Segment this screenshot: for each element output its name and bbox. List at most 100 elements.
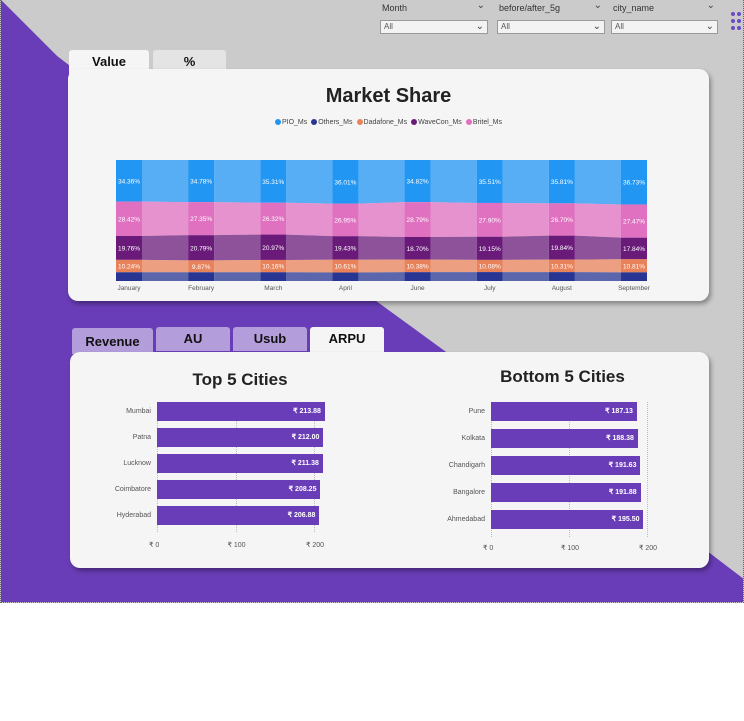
bar-segment-others_ms[interactable] [188,272,215,281]
filter-month-dropdown[interactable]: All ⌄ [380,20,488,34]
data-label: 10.31% [551,263,573,270]
filter-city-label: city_name [613,3,655,13]
ribbon-wavecon_ms [286,234,333,260]
filter-before-after-5g[interactable]: before/after_5g ⌄ All ⌄ [497,0,605,34]
bar-value-label: ₹ 206.88 [287,512,316,519]
data-label: 10.08% [479,263,501,270]
bar[interactable]: ₹ 188.38 [491,429,638,448]
data-label: 10.81% [623,263,645,270]
filter-5g-dropdown[interactable]: All ⌄ [497,20,605,34]
ribbon-others_ms [286,272,333,281]
chevron-down-icon[interactable]: ⌄ [594,0,602,11]
data-label: 20.97% [262,245,284,252]
data-label: 34.36% [118,178,140,185]
ribbon-pio_ms [214,160,261,203]
gridline [647,402,648,537]
tab-au[interactable]: AU [156,327,230,351]
bar[interactable]: ₹ 208.25 [157,480,321,499]
bar[interactable]: ₹ 206.88 [157,506,320,525]
tab-au-label: AU [183,331,203,346]
bar[interactable]: ₹ 212.00 [157,428,324,447]
bar-value-label: ₹ 191.88 [608,489,637,496]
chevron-down-icon: ⌄ [475,21,484,32]
data-label: 27.35% [190,216,212,223]
chevron-down-icon[interactable]: ⌄ [707,0,715,11]
tab-usub[interactable]: Usub [233,327,307,351]
ribbon-pio_ms [430,160,477,203]
ribbon-others_ms [358,272,405,281]
data-label: 26.32% [262,216,284,223]
ribbon-wavecon_ms [142,235,189,261]
filter-5g-label: before/after_5g [499,3,561,13]
bar-value-label: ₹ 188.38 [606,435,634,442]
ribbon-britel_ms [574,203,621,238]
tab-arpu-label: ARPU [328,331,366,346]
data-label: 28.42% [118,216,140,223]
ribbon-pio_ms [574,160,621,205]
ribbon-wavecon_ms [430,236,477,260]
bar-segment-others_ms[interactable] [404,272,431,281]
filter-month-value: All [384,22,393,31]
category-label: Chandigarh [448,462,485,469]
category-label: Patna [132,434,151,441]
ribbon-wavecon_ms [214,234,261,261]
data-label: 35.81% [551,179,573,186]
bar-segment-others_ms[interactable] [332,272,359,281]
ribbon-britel_ms [502,202,549,237]
data-label: 10.16% [262,264,284,271]
data-label: 19.43% [334,245,356,252]
filter-5g-value: All [501,22,510,31]
bar[interactable]: ₹ 191.88 [491,483,641,502]
filter-city-name[interactable]: city_name ⌄ All ⌄ [611,0,718,34]
x-tick-label: February [188,285,215,292]
data-label: 19.15% [479,246,501,253]
tab-arpu[interactable]: ARPU [310,327,384,355]
category-label: Pune [468,408,485,415]
data-label: 26.70% [551,217,573,224]
bar[interactable]: ₹ 213.88 [157,402,325,421]
x-tick-label: September [618,285,651,292]
bar-segment-others_ms[interactable] [116,272,142,281]
ribbon-others_ms [574,272,621,281]
bar[interactable]: ₹ 195.50 [491,510,644,529]
bar-segment-others_ms[interactable] [476,272,503,281]
bar-value-label: ₹ 187.13 [605,408,633,415]
bar-segment-others_ms[interactable] [260,272,287,281]
bar-segment-others_ms[interactable] [548,272,575,281]
data-label: 26.95% [334,217,356,224]
bar[interactable]: ₹ 187.13 [491,402,637,421]
ribbon-others_ms [142,272,189,281]
chevron-down-icon[interactable]: ⌄ [477,0,485,11]
bar[interactable]: ₹ 191.63 [491,456,641,475]
ribbon-dadafone_ms [214,259,261,273]
data-label: 35.51% [479,179,501,186]
data-label: 10.38% [407,263,429,270]
data-label: 19.84% [551,245,573,252]
bottom-cities-chart: ₹ 0 ₹ 100 ₹ 200 Pune ₹ 187.13 Kolkata ₹ 188.38… [390,352,709,568]
ribbon-others_ms [430,272,477,281]
data-label: 35.31% [262,179,284,186]
bar-value-label: ₹ 191.63 [608,462,637,469]
bar-segment-others_ms[interactable] [621,272,647,281]
x-tick-label: ₹ 0 [483,545,494,552]
category-label: Hyderabad [116,512,151,519]
more-options-icon[interactable] [731,10,743,36]
data-label: 34.82% [407,179,429,186]
x-tick-label: June [411,285,425,292]
filter-month[interactable]: Month ⌄ All ⌄ [380,0,488,34]
tab-revenue[interactable]: Revenue [72,328,153,354]
filter-city-dropdown[interactable]: All ⌄ [611,20,718,34]
x-tick-label: ₹ 0 [149,542,160,549]
data-label: 17.84% [623,246,645,253]
ribbon-pio_ms [142,160,189,203]
ribbon-pio_ms [286,160,333,204]
data-label: 36.01% [334,179,356,186]
x-tick-label: ₹ 200 [639,545,658,552]
ribbon-dadafone_ms [430,259,477,273]
bar[interactable]: ₹ 211.38 [157,454,323,473]
x-tick-label: July [484,285,496,292]
filter-city-value: All [615,22,624,31]
x-tick-label: ₹ 200 [306,542,325,549]
x-tick-label: March [264,285,282,292]
ribbon-pio_ms [502,160,549,204]
